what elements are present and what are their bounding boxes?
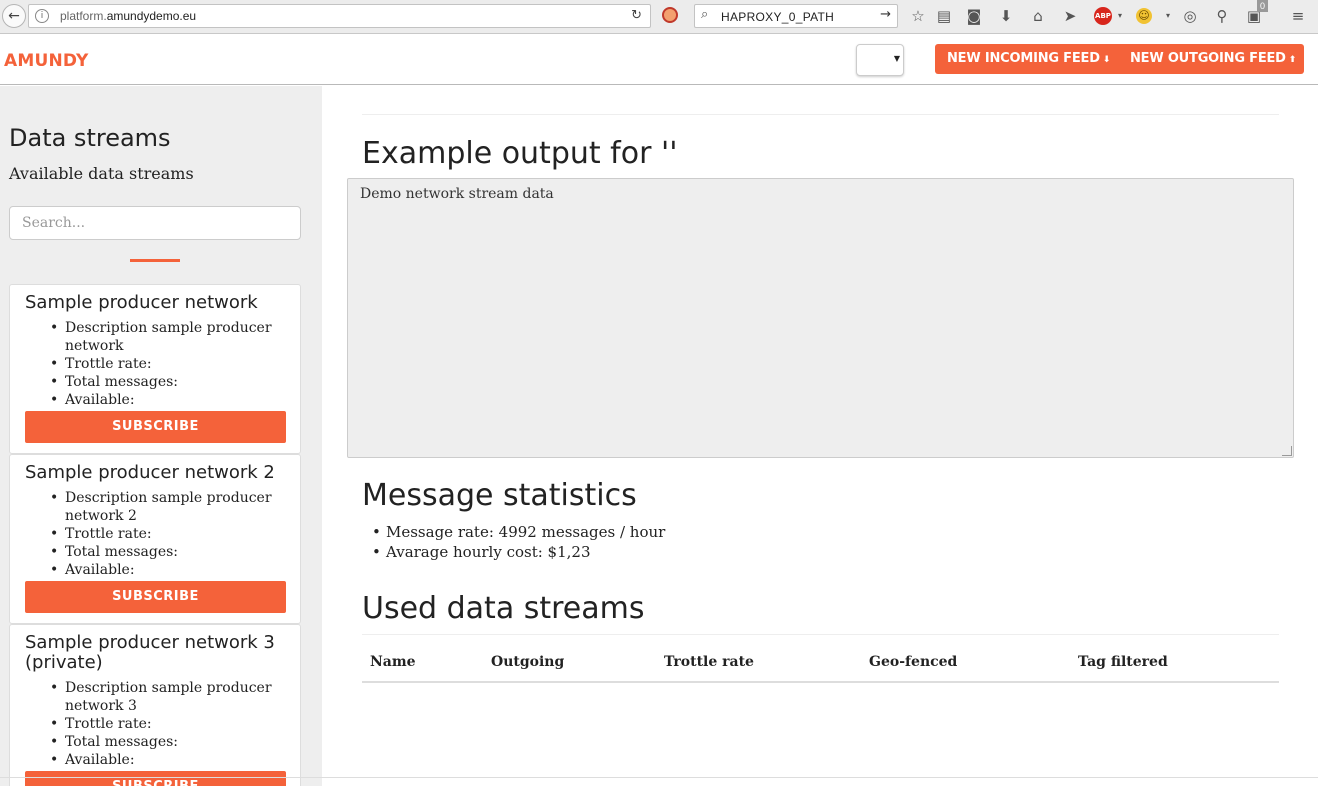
stream-search-input[interactable] [9, 206, 301, 240]
example-output-heading: Example output for '' [362, 136, 678, 171]
reload-icon[interactable]: ↻ [631, 8, 642, 23]
sidebar-subtitle: Available data streams [9, 164, 194, 183]
url-prefix: platform. [60, 9, 107, 23]
extension-icon[interactable]: ◎ [1180, 5, 1200, 27]
address-bar[interactable]: i platform.amundydemo.eu ↻ [28, 4, 651, 28]
language-select[interactable]: ▼ [856, 44, 904, 76]
bottom-divider [0, 777, 1318, 778]
section-divider [362, 114, 1279, 115]
stream-details: Description sample producer network 2 Tr… [25, 489, 285, 579]
incoming-feed-label: NEW INCOMING FEED [947, 51, 1100, 66]
stream-description: Description sample producer network [25, 319, 285, 355]
used-streams-heading: Used data streams [362, 591, 645, 626]
example-output-textarea[interactable]: Demo network stream data [347, 178, 1294, 458]
subscribe-button[interactable]: SUBSCRIBE [25, 771, 286, 786]
stream-name: Sample producer network 2 [25, 462, 275, 483]
extension-badge-count: 0 [1257, 0, 1268, 12]
stream-details: Description sample producer network 3 Tr… [25, 679, 285, 769]
home-icon[interactable]: ⌂ [1028, 5, 1048, 27]
stream-throttle: Trottle rate: [25, 355, 285, 373]
browser-search-bar[interactable]: ⌕ HAPROXY_0_PATH → [694, 4, 898, 28]
url-domain: amundydemo.eu [106, 9, 197, 23]
feed-button-group: NEW INCOMING FEED ⬇ NEW OUTGOING FEED ⬆ [935, 44, 1304, 74]
message-rate: Message rate: 4992 messages / hour [362, 522, 665, 542]
sidebar-title: Data streams [9, 124, 171, 152]
stream-name: Sample producer network [25, 292, 258, 313]
column-header-tag-filtered[interactable]: Tag filtered [1078, 654, 1168, 670]
stream-throttle: Trottle rate: [25, 715, 285, 733]
stream-total: Total messages: [25, 733, 285, 751]
column-header-outgoing[interactable]: Outgoing [491, 654, 564, 670]
new-outgoing-feed-button[interactable]: NEW OUTGOING FEED ⬆ [1130, 51, 1296, 66]
table-top-divider [362, 634, 1279, 635]
accent-divider [130, 259, 180, 262]
greasemonkey-icon[interactable]: ☺ [1136, 8, 1152, 24]
column-header-throttle[interactable]: Trottle rate [664, 654, 754, 670]
download-icon[interactable]: ⬇ [996, 5, 1016, 27]
menu-icon[interactable]: ≡ [1288, 5, 1308, 27]
back-arrow-icon[interactable]: ← [2, 4, 26, 28]
stream-description: Description sample producer network 2 [25, 489, 285, 525]
browser-search-text: HAPROXY_0_PATH [721, 10, 835, 24]
url-text: platform.amundydemo.eu [60, 9, 196, 23]
arrow-down-icon: ⬇ [1102, 55, 1111, 65]
stream-total: Total messages: [25, 543, 285, 561]
resize-grip-icon[interactable] [1282, 446, 1292, 456]
subscribe-button[interactable]: SUBSCRIBE [25, 581, 286, 613]
greasemonkey-dropdown-icon[interactable]: ▾ [1158, 5, 1178, 27]
noscript-icon[interactable] [662, 7, 678, 23]
search-go-arrow-icon[interactable]: → [880, 7, 891, 22]
pin-icon[interactable]: ⚲ [1212, 5, 1232, 27]
stream-description: Description sample producer network 3 [25, 679, 285, 715]
statistics-list: Message rate: 4992 messages / hour Avara… [362, 522, 665, 562]
stream-total: Total messages: [25, 373, 285, 391]
message-statistics-heading: Message statistics [362, 478, 637, 513]
stream-throttle: Trottle rate: [25, 525, 285, 543]
new-incoming-feed-button[interactable]: NEW INCOMING FEED ⬇ [947, 51, 1110, 66]
subscribe-button[interactable]: SUBSCRIBE [25, 411, 286, 443]
chevron-down-icon: ▼ [893, 54, 900, 63]
reading-list-icon[interactable]: ▤ [934, 5, 954, 27]
search-icon: ⌕ [701, 7, 709, 22]
stream-available: Available: [25, 391, 285, 409]
brand-logo[interactable]: AMUNDY [4, 51, 89, 71]
stream-card: Sample producer network Description samp… [9, 284, 301, 454]
outgoing-feed-label: NEW OUTGOING FEED [1130, 51, 1286, 66]
column-header-name[interactable]: Name [370, 654, 416, 670]
bookmark-star-icon[interactable]: ☆ [908, 5, 928, 27]
adblock-dropdown-icon[interactable]: ▾ [1110, 5, 1130, 27]
stream-name: Sample producer network 3 (private) [25, 632, 275, 673]
hourly-cost: Avarage hourly cost: $1,23 [362, 542, 665, 562]
info-icon[interactable]: i [35, 9, 49, 23]
arrow-up-icon: ⬆ [1288, 55, 1297, 65]
browser-toolbar: ← i platform.amundydemo.eu ↻ ⌕ HAPROXY_0… [0, 0, 1318, 34]
used-streams-table-header: Name Outgoing Trottle rate Geo-fenced Ta… [362, 645, 1279, 683]
stream-available: Available: [25, 751, 285, 769]
send-icon[interactable]: ➤ [1060, 5, 1080, 27]
column-header-geofenced[interactable]: Geo-fenced [869, 654, 957, 670]
stream-available: Available: [25, 561, 285, 579]
sidebar: Data streams Available data streams Samp… [0, 86, 322, 786]
app-header: AMUNDY ▼ NEW INCOMING FEED ⬇ NEW OUTGOING… [0, 35, 1318, 85]
stream-card: Sample producer network 3 (private) Desc… [9, 624, 301, 786]
pocket-icon[interactable]: ◙ [964, 5, 984, 27]
stream-card: Sample producer network 2 Description sa… [9, 454, 301, 624]
stream-details: Description sample producer network Trot… [25, 319, 285, 409]
